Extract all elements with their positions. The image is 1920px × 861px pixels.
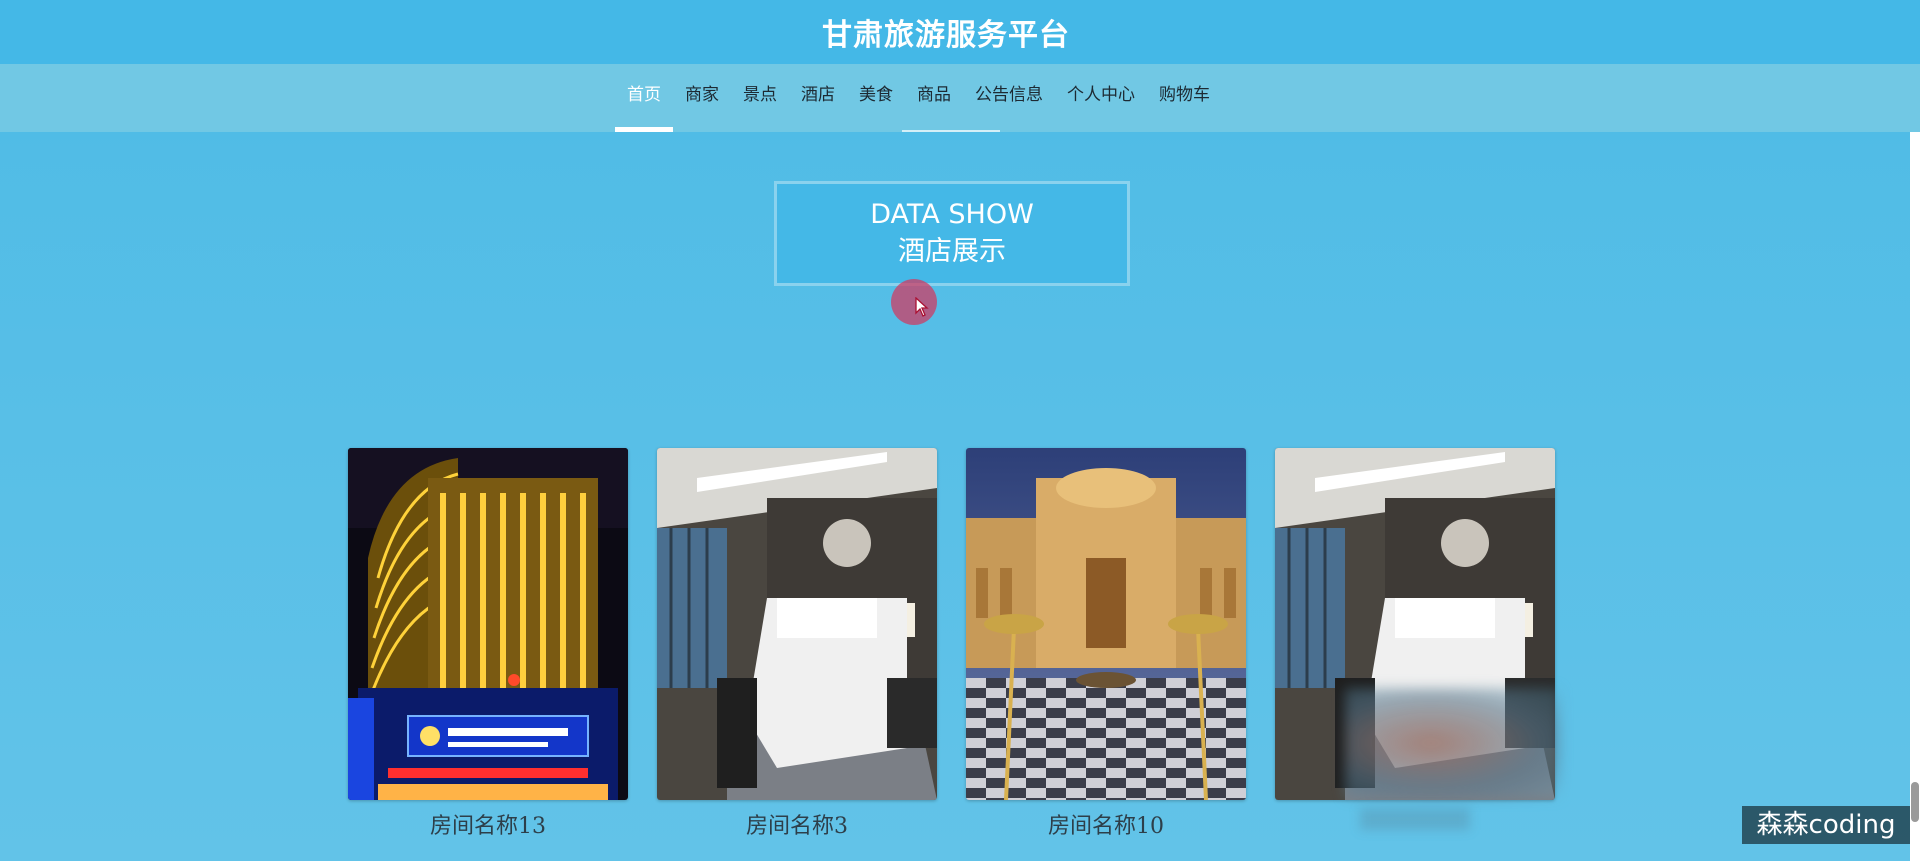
hotel-card-image[interactable] [348,448,628,800]
nav-hover-indicator [902,130,1000,132]
blurred-overlay [1345,688,1560,798]
top-header-bar: 甘肃旅游服务平台 [0,0,1920,64]
hotel-room-bed-image [657,448,937,800]
hotel-card-image[interactable] [657,448,937,800]
nav-item-products[interactable]: 商品 [905,64,963,132]
nav-menu: 首页 商家 景点 酒店 美食 商品 公告信息 个人中心 购物车 [615,64,1222,132]
nav-item-hotels[interactable]: 酒店 [789,64,847,132]
section-title-en: DATA SHOW [870,198,1034,230]
nav-item-shopping-cart[interactable]: 购物车 [1147,64,1222,132]
hotel-night-facade-image [348,448,628,800]
nav-item-personal-center[interactable]: 个人中心 [1055,64,1147,132]
hotel-card-name[interactable]: 房间名称10 [966,808,1246,840]
palace-courtyard-image [966,448,1246,800]
mouse-cursor-icon [891,279,937,325]
section-heading: DATA SHOW 酒店展示 [774,181,1130,286]
site-title: 甘肃旅游服务平台 [822,18,1070,53]
nav-item-food[interactable]: 美食 [847,64,905,132]
blurred-label [1360,808,1470,830]
nav-item-attractions[interactable]: 景点 [731,64,789,132]
watermark-label: 森森coding [1742,806,1910,844]
hotel-card-name[interactable]: 房间名称3 [657,808,937,840]
nav-item-announcements[interactable]: 公告信息 [963,64,1055,132]
main-navigation: 首页 商家 景点 酒店 美食 商品 公告信息 个人中心 购物车 [0,64,1920,132]
section-title-cn: 酒店展示 [898,235,1006,267]
hotel-card-name[interactable]: 房间名称13 [348,808,628,840]
nav-item-merchants[interactable]: 商家 [673,64,731,132]
hotel-card-image[interactable] [966,448,1246,800]
nav-item-home[interactable]: 首页 [615,64,673,132]
scrollbar[interactable] [1910,132,1920,861]
scrollbar-thumb[interactable] [1911,782,1919,822]
